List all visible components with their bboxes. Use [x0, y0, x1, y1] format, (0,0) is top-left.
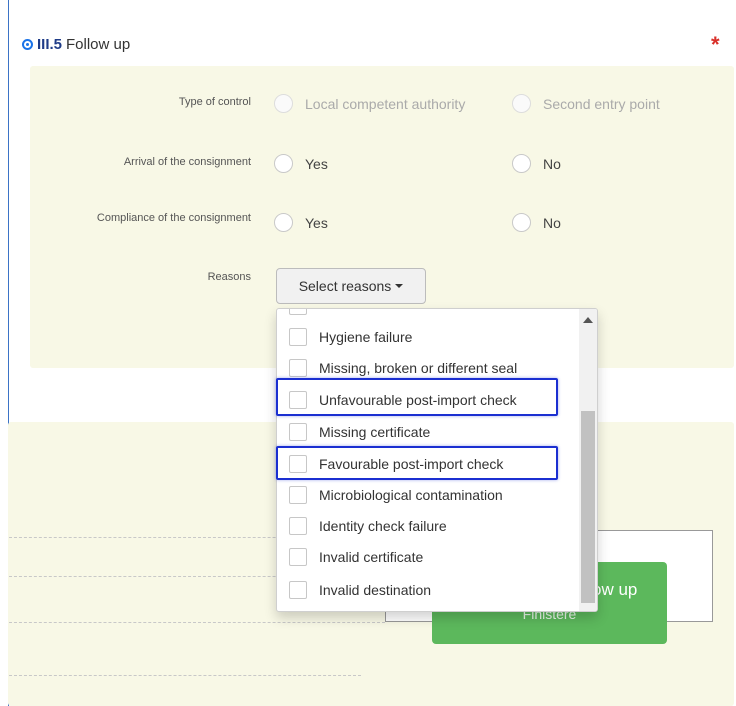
reason-invalid-certificate[interactable]: Invalid certificate — [289, 546, 423, 568]
type-of-control-label: Type of control — [178, 96, 251, 108]
reason-microbiological-contamination[interactable]: Microbiological contamination — [289, 484, 503, 506]
radio-icon — [512, 154, 531, 173]
reason-invalid-destination[interactable]: Invalid destination — [289, 579, 431, 601]
reason-missing-certificate[interactable]: Missing certificate — [289, 421, 430, 443]
section-radio-icon — [22, 39, 33, 50]
caret-down-icon — [395, 284, 404, 288]
checkbox-icon[interactable] — [289, 359, 307, 377]
compliance-label: Compliance of the consignment — [96, 212, 251, 224]
arrival-no-radio[interactable]: No — [512, 154, 561, 173]
radio-icon — [512, 94, 531, 113]
divider — [9, 622, 385, 623]
checkbox-icon[interactable] — [289, 486, 307, 504]
type-local-authority-option: Local competent authority — [274, 94, 465, 113]
checkbox-icon — [289, 309, 307, 315]
highlight-box — [276, 378, 558, 416]
reason-missing-seal[interactable]: Missing, broken or different seal — [289, 357, 517, 379]
dropdown-scrollbar[interactable] — [579, 309, 597, 611]
type-second-entry-option: Second entry point — [512, 94, 660, 113]
radio-icon — [274, 94, 293, 113]
scrollbar-thumb[interactable] — [581, 411, 595, 603]
compliance-yes-radio[interactable]: Yes — [274, 213, 328, 232]
divider — [9, 675, 361, 676]
radio-icon — [274, 154, 293, 173]
checkbox-icon[interactable] — [289, 548, 307, 566]
radio-icon — [274, 213, 293, 232]
section-header: III.5 Follow up — [22, 36, 130, 53]
checkbox-icon[interactable] — [289, 423, 307, 441]
reasons-label: Reasons — [207, 271, 251, 283]
compliance-no-radio[interactable]: No — [512, 213, 561, 232]
arrival-yes-radio[interactable]: Yes — [274, 154, 328, 173]
checkbox-icon[interactable] — [289, 517, 307, 535]
reason-hygiene-failure[interactable]: Hygiene failure — [289, 326, 412, 348]
arrival-label: Arrival of the consignment — [123, 156, 251, 168]
section-id: III.5 — [37, 36, 63, 53]
reason-identity-check-failure[interactable]: Identity check failure — [289, 515, 447, 537]
checkbox-icon[interactable] — [289, 581, 307, 599]
highlight-box — [276, 446, 558, 480]
radio-icon — [512, 213, 531, 232]
required-asterisk-icon: * — [711, 32, 720, 57]
checkbox-icon[interactable] — [289, 328, 307, 346]
select-reasons-button[interactable]: Select reasons — [276, 268, 426, 304]
section-title: Follow up — [66, 36, 131, 53]
scroll-up-arrow-icon[interactable] — [583, 317, 593, 323]
